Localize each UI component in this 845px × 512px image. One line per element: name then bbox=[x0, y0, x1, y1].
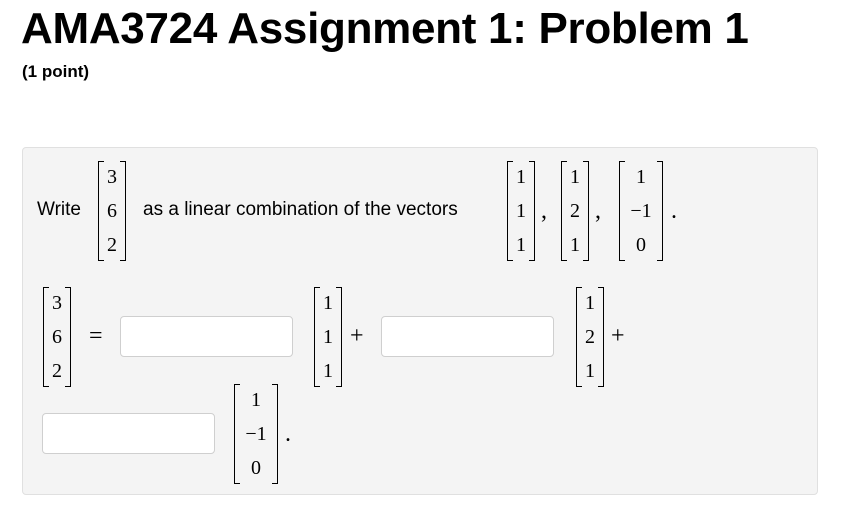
coefficient-1-input[interactable] bbox=[120, 316, 293, 357]
vector-entry: 1 bbox=[585, 292, 595, 314]
vector-entry: 1 bbox=[516, 200, 526, 222]
vector-entry: 3 bbox=[52, 292, 62, 314]
vector-entry: 2 bbox=[570, 200, 580, 222]
vector-entry: 6 bbox=[107, 200, 117, 222]
statement-middle: as a linear combination of the vectors bbox=[143, 199, 458, 220]
vector-entry: 1 bbox=[516, 234, 526, 256]
plus-sign-1: + bbox=[350, 323, 364, 349]
page-title: AMA3724 Assignment 1: Problem 1 bbox=[21, 4, 749, 53]
coefficient-3-input[interactable] bbox=[42, 413, 215, 454]
statement-prefix: Write bbox=[37, 199, 81, 220]
vector-entry: 3 bbox=[107, 166, 117, 188]
statement-vector-2: 1 2 1 bbox=[561, 161, 589, 261]
vector-entry: 0 bbox=[251, 457, 261, 479]
vector-entry: 0 bbox=[636, 234, 646, 256]
equals-sign: = bbox=[89, 323, 103, 349]
vector-entry: 2 bbox=[107, 234, 117, 256]
comma-1: , bbox=[541, 198, 547, 224]
vector-entry: 1 bbox=[323, 360, 333, 382]
vector-entry: 1 bbox=[251, 389, 261, 411]
statement-target-vector: 3 6 2 bbox=[98, 161, 126, 261]
vector-entry: 1 bbox=[570, 166, 580, 188]
equation-vector-1: 1 1 1 bbox=[314, 287, 342, 387]
vector-entry: 6 bbox=[52, 326, 62, 348]
period-1: . bbox=[671, 198, 677, 224]
coefficient-2-input[interactable] bbox=[381, 316, 554, 357]
plus-sign-2: + bbox=[611, 323, 625, 349]
equation-vector-3: 1 −1 0 bbox=[234, 384, 278, 484]
vector-entry: 1 bbox=[585, 360, 595, 382]
vector-entry: 1 bbox=[570, 234, 580, 256]
vector-entry: 1 bbox=[323, 292, 333, 314]
vector-entry: 2 bbox=[52, 360, 62, 382]
statement-vector-3: 1 −1 0 bbox=[619, 161, 663, 261]
problem-points: (1 point) bbox=[22, 62, 90, 81]
comma-2: , bbox=[595, 198, 601, 224]
statement-vector-1: 1 1 1 bbox=[507, 161, 535, 261]
vector-entry: 1 bbox=[636, 166, 646, 188]
vector-entry: −1 bbox=[630, 200, 652, 222]
period-2: . bbox=[285, 421, 291, 447]
vector-entry: 1 bbox=[516, 166, 526, 188]
vector-entry: 1 bbox=[323, 326, 333, 348]
vector-entry: 2 bbox=[585, 326, 595, 348]
vector-entry: −1 bbox=[245, 423, 267, 445]
problem-box: Write 3 6 2 as a linear combination of t… bbox=[22, 147, 818, 495]
equation-vector-2: 1 2 1 bbox=[576, 287, 604, 387]
equation-target-vector: 3 6 2 bbox=[43, 287, 71, 387]
